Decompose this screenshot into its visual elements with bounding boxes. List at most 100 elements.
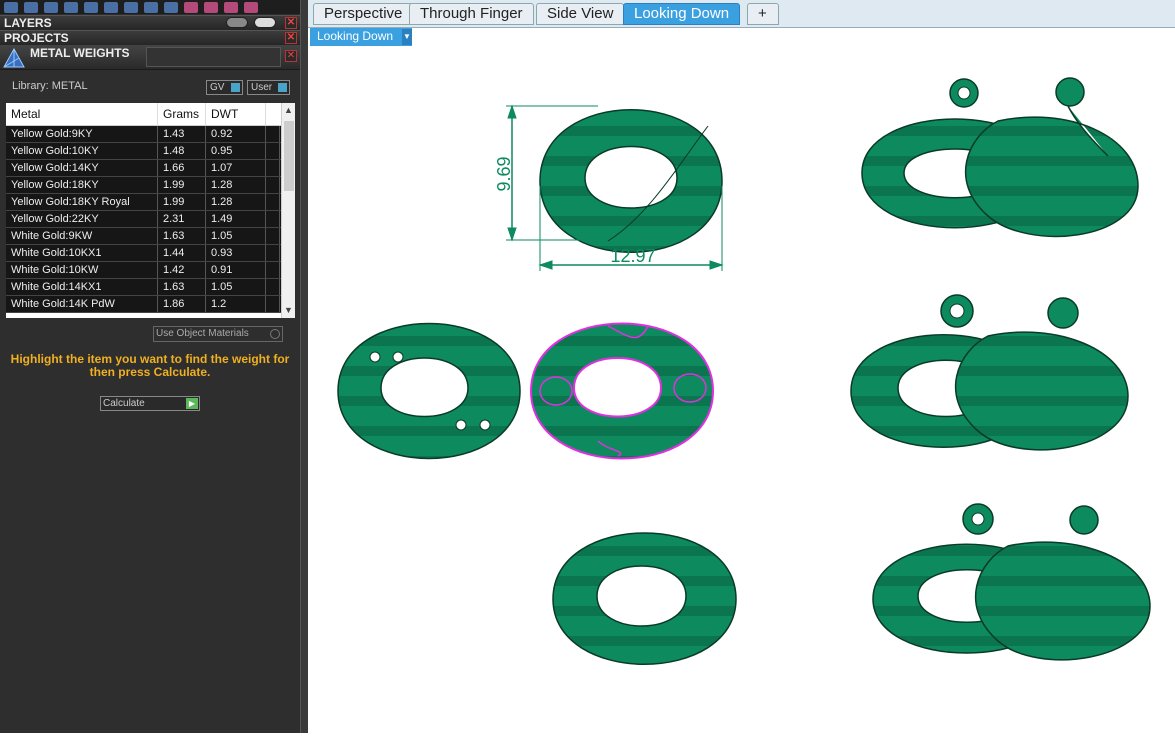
calculate-button[interactable]: Calculate ▶: [100, 396, 200, 411]
scroll-down-icon[interactable]: ▼: [284, 305, 293, 315]
tab-looking-down[interactable]: Looking Down: [623, 3, 741, 25]
use-object-materials-button[interactable]: Use Object Materials: [153, 326, 283, 342]
tab-side-view[interactable]: Side View: [536, 3, 625, 25]
row-spacer: [266, 177, 280, 193]
user-button[interactable]: User: [247, 80, 290, 95]
table-scrollbar[interactable]: ▲ ▼: [281, 103, 295, 318]
3d-viewport[interactable]: 9.69 12.97: [308, 46, 1175, 733]
row-spacer: [266, 279, 280, 295]
grams-cell: 1.63: [158, 279, 206, 295]
panel-divider[interactable]: [300, 0, 308, 733]
column-header-dwt[interactable]: DWT: [206, 103, 266, 125]
table-row[interactable]: Yellow Gold:18KY Royal 1.99 1.28: [6, 194, 295, 211]
dwt-cell: 1.05: [206, 279, 266, 295]
chain-link-selected[interactable]: [529, 322, 715, 460]
table-row[interactable]: Yellow Gold:9KY 1.43 0.92: [6, 126, 295, 143]
grams-cell: 1.63: [158, 228, 206, 244]
user-label: User: [251, 82, 273, 93]
tab-perspective[interactable]: Perspective: [313, 3, 414, 25]
header-field: [146, 47, 281, 67]
tool-icon[interactable]: [24, 1, 38, 13]
eye-icon[interactable]: [254, 17, 276, 28]
tool-icon[interactable]: [224, 1, 238, 13]
tool-icon[interactable]: [164, 1, 178, 13]
height-dimension-label: 9.69: [494, 156, 514, 191]
active-view-selector[interactable]: Looking Down ▼: [310, 28, 412, 46]
metal-cell: Yellow Gold:22KY: [6, 211, 158, 227]
toggle-icon[interactable]: [226, 17, 248, 28]
width-dimension-label: 12.97: [610, 246, 655, 266]
dwt-cell: 1.05: [206, 228, 266, 244]
table-row[interactable]: Yellow Gold:18KY 1.99 1.28: [6, 177, 295, 194]
grams-cell: 1.44: [158, 245, 206, 261]
table-row[interactable]: White Gold:10KW 1.42 0.91: [6, 262, 295, 279]
toolbar: [0, 0, 300, 14]
table-row[interactable]: White Gold:14K PdW 1.86 1.2: [6, 296, 295, 313]
tool-icon[interactable]: [184, 1, 198, 13]
tab-through-finger[interactable]: Through Finger: [409, 3, 534, 25]
chain-link-dimensioned[interactable]: [539, 109, 723, 253]
dwt-cell: 1.28: [206, 194, 266, 210]
projects-title: PROJECTS: [4, 31, 69, 45]
chain-link-plain[interactable]: [552, 532, 737, 665]
tool-icon[interactable]: [44, 1, 58, 13]
gv-label: GV: [210, 82, 225, 93]
tool-icon[interactable]: [104, 1, 118, 13]
table-row[interactable]: Yellow Gold:14KY 1.66 1.07: [6, 160, 295, 177]
tool-icon[interactable]: [204, 1, 218, 13]
scroll-thumb[interactable]: [284, 121, 294, 191]
tool-icon[interactable]: [124, 1, 138, 13]
row-spacer: [266, 126, 280, 142]
gv-button[interactable]: GV: [206, 80, 243, 95]
dwt-cell: 0.92: [206, 126, 266, 142]
grams-cell: 1.66: [158, 160, 206, 176]
close-icon[interactable]: ✕: [285, 17, 297, 29]
table-row[interactable]: Yellow Gold:22KY 2.31 1.49: [6, 211, 295, 228]
metal-cell: White Gold:14KX1: [6, 279, 158, 295]
grams-cell: 2.31: [158, 211, 206, 227]
row-spacer: [266, 245, 280, 261]
use-object-materials-label: Use Object Materials: [156, 328, 249, 339]
tool-icon[interactable]: [84, 1, 98, 13]
row-spacer: [266, 194, 280, 210]
table-row[interactable]: White Gold:14KX1 1.63 1.05: [6, 279, 295, 296]
metal-cell: White Gold:14K PdW: [6, 296, 158, 312]
row-spacer: [266, 160, 280, 176]
tool-icon[interactable]: [4, 1, 18, 13]
dwt-cell: 1.2: [206, 296, 266, 312]
add-tab-button[interactable]: +: [747, 3, 779, 25]
scroll-up-icon[interactable]: ▲: [284, 105, 293, 115]
layers-title: LAYERS: [4, 16, 52, 30]
dwt-cell: 0.95: [206, 143, 266, 159]
close-icon[interactable]: ✕: [285, 50, 297, 62]
viewport-canvas[interactable]: 9.69 12.97: [308, 46, 1175, 733]
table-row[interactable]: White Gold:9KW 1.63 1.05: [6, 228, 295, 245]
chevron-down-icon[interactable]: ▼: [402, 29, 412, 45]
tool-icon[interactable]: [244, 1, 258, 13]
close-icon[interactable]: ✕: [285, 32, 297, 44]
play-icon[interactable]: ▶: [186, 398, 198, 409]
grams-cell: 1.43: [158, 126, 206, 142]
column-header-grams[interactable]: Grams: [158, 103, 206, 125]
active-view-label: Looking Down: [317, 29, 394, 43]
dwt-cell: 1.28: [206, 177, 266, 193]
column-header-metal[interactable]: Metal: [6, 103, 158, 125]
checkbox-icon[interactable]: [270, 329, 280, 339]
calculate-label: Calculate: [103, 398, 145, 409]
grams-cell: 1.99: [158, 194, 206, 210]
layers-panel-header[interactable]: LAYERS ✕: [0, 15, 300, 30]
projects-panel-header[interactable]: PROJECTS ✕: [0, 30, 300, 45]
table-header: Metal Grams DWT: [6, 103, 295, 126]
table-row[interactable]: White Gold:10KX1 1.44 0.93: [6, 245, 295, 262]
table-row[interactable]: Yellow Gold:10KY 1.48 0.95: [6, 143, 295, 160]
metal-cell: White Gold:10KW: [6, 262, 158, 278]
tool-icon[interactable]: [144, 1, 158, 13]
pendant-pair-middle[interactable]: [850, 294, 1129, 451]
metal-weights-title: METAL WEIGHTS: [30, 46, 130, 60]
chain-link-with-holes[interactable]: [337, 322, 521, 460]
pendant-pair-top[interactable]: [861, 77, 1139, 238]
pendant-pair-bottom[interactable]: [872, 503, 1151, 661]
tool-icon[interactable]: [64, 1, 78, 13]
grams-cell: 1.99: [158, 177, 206, 193]
left-panel: LAYERS ✕ PROJECTS ✕ METAL WEIGHTS ✕ Libr…: [0, 0, 300, 733]
